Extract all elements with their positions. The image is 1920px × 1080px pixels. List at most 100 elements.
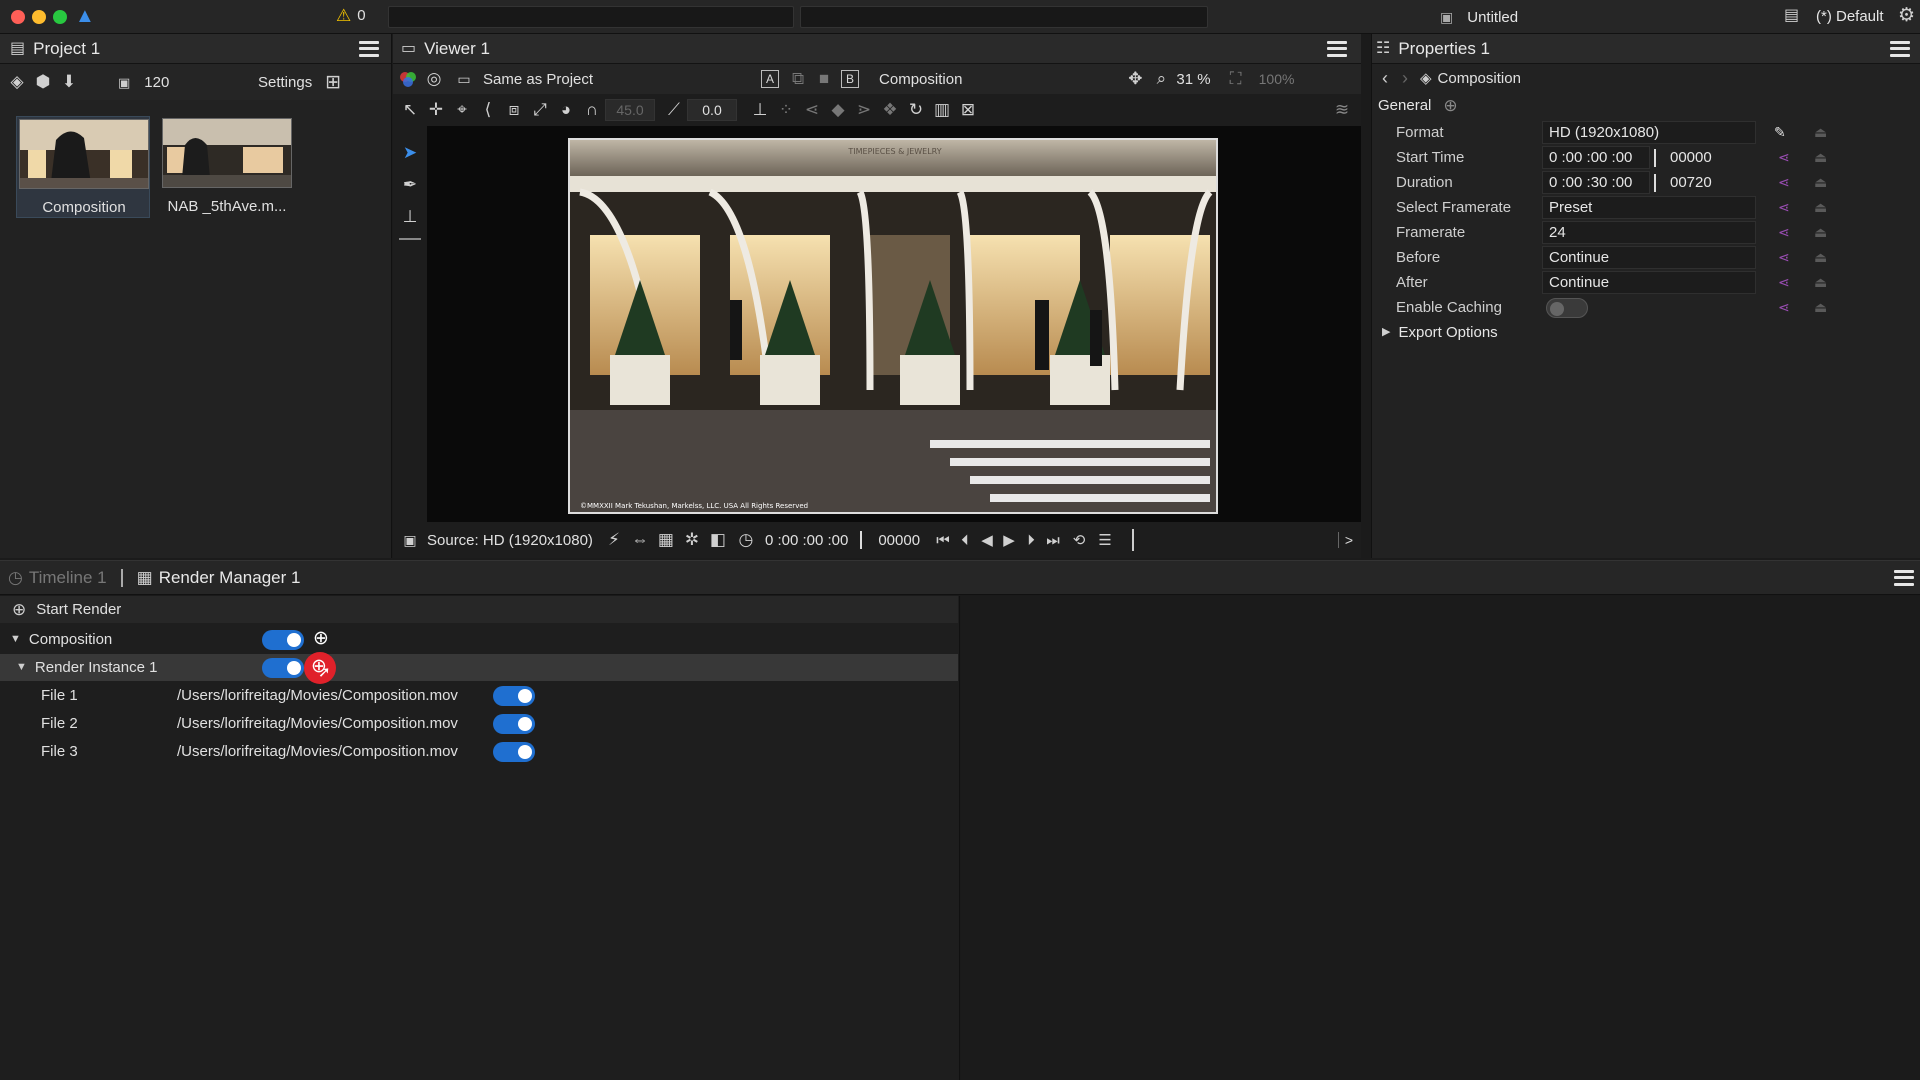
magnet-icon[interactable]: ∩ [579, 97, 605, 123]
composition-toggle[interactable] [262, 630, 304, 650]
grid-overlay-icon[interactable]: ⊠ [955, 97, 981, 123]
before-lock-icon[interactable]: ⏏ [1814, 249, 1827, 266]
document-title-area[interactable]: ▣ Untitled [1440, 5, 1610, 29]
anchor-tool-icon[interactable]: ⌖ [449, 97, 475, 123]
render-instance-row[interactable]: ▼ Render Instance 1 ⊕ ➚ [0, 652, 958, 684]
prop-value-duration[interactable]: 0 :00 :30 :00 [1542, 171, 1650, 194]
gear-icon[interactable]: ⚙ [1898, 6, 1915, 25]
expand-arrow-icon[interactable]: ▶ [1382, 327, 1390, 338]
pen-tool-icon[interactable]: ✒ [397, 172, 423, 198]
prop-value-duration-frames[interactable]: 00720 [1670, 174, 1712, 191]
prop-value-format[interactable]: HD (1920x1080) [1542, 121, 1756, 144]
settings-button[interactable]: Settings [258, 74, 312, 91]
select-framerate-link-icon[interactable]: ⋖ [1778, 199, 1790, 216]
file-toggle-3[interactable] [493, 742, 535, 762]
minimize-window-button[interactable] [32, 10, 46, 24]
file-row-2[interactable]: File 2 /Users/lorifreitag/Movies/Composi… [0, 710, 958, 737]
file-path-2[interactable]: /Users/lorifreitag/Movies/Composition.mo… [177, 715, 458, 732]
start-time-link-icon[interactable]: ⋖ [1778, 149, 1790, 166]
magic-icon[interactable]: ⚡ [601, 527, 627, 553]
prop-row-export-options[interactable]: ▶ Export Options [1374, 320, 1920, 345]
workspace-selector[interactable]: (*) Default [1816, 8, 1884, 25]
viewer-menu-icon[interactable] [1327, 40, 1347, 57]
file-row-1[interactable]: File 1 /Users/lorifreitag/Movies/Composi… [0, 682, 958, 709]
scale-tool-icon[interactable]: ⤢ [527, 97, 553, 123]
zoom-100-button[interactable]: 100% [1259, 71, 1295, 87]
after-lock-icon[interactable]: ⏏ [1814, 274, 1827, 291]
caching-link-icon[interactable]: ⋖ [1778, 299, 1790, 316]
distribute-icon[interactable]: ⁘ [773, 97, 799, 123]
start-render-button[interactable]: Start Render [36, 601, 121, 618]
frame-display[interactable]: 00000 [878, 532, 920, 549]
keyframe-icon[interactable]: ◆ [825, 97, 851, 123]
checker-icon[interactable]: ▦ [653, 527, 679, 553]
pointer-tool-icon[interactable]: ➤ [397, 140, 423, 166]
loop-icon[interactable]: ⟲ [1066, 527, 1092, 553]
fit-icon[interactable]: ⛶ [1223, 66, 1249, 92]
viewer-canvas[interactable]: TIMEPIECES & JEWELRY ©MMXXII Mark Tekush… [568, 138, 1218, 514]
file-path-1[interactable]: /Users/lorifreitag/Movies/Composition.mo… [177, 687, 458, 704]
playhead-marker[interactable] [1132, 529, 1135, 551]
wand-icon[interactable]: ✲ [679, 527, 705, 553]
viewer-a-button[interactable]: A [761, 70, 780, 88]
fit-width-icon[interactable]: ⇔ [627, 527, 653, 553]
tab-render-manager[interactable]: Render Manager 1 [159, 568, 301, 588]
safe-area-icon[interactable]: ▥ [929, 97, 955, 123]
breadcrumb-label[interactable]: Composition [1438, 70, 1521, 87]
file-toggle-1[interactable] [493, 686, 535, 706]
composition-row[interactable]: ▼ Composition ⊕ [0, 626, 958, 653]
prop-value-after[interactable]: Continue [1542, 271, 1756, 294]
move-tool-icon[interactable]: ✛ [423, 97, 449, 123]
color-space-selector[interactable]: Same as Project [483, 71, 593, 88]
export-options-label[interactable]: Export Options [1398, 324, 1497, 341]
format-lock-icon[interactable]: ⏏ [1814, 124, 1827, 141]
composition-collapse-icon[interactable]: ▼ [10, 634, 21, 645]
viewer-b-source[interactable]: Composition [879, 71, 962, 88]
file-path-3[interactable]: /Users/lorifreitag/Movies/Composition.mo… [177, 743, 458, 760]
project-item-footage[interactable]: NAB _5thAve.m... [160, 116, 294, 218]
file-row-3[interactable]: File 3 /Users/lorifreitag/Movies/Composi… [0, 738, 958, 765]
back-icon[interactable]: ‹ [1382, 69, 1388, 87]
prop-value-select-framerate[interactable]: Preset [1542, 196, 1756, 219]
render-instance-toggle[interactable] [262, 658, 304, 678]
select-tool-icon[interactable]: ↖ [397, 97, 423, 123]
grid-view-icon[interactable]: ⊞ [320, 69, 346, 95]
package-icon[interactable]: ⬢ [30, 69, 56, 95]
prop-value-before[interactable]: Continue [1542, 246, 1756, 269]
format-edit-icon[interactable]: ✎ [1774, 124, 1786, 141]
caching-lock-icon[interactable]: ⏏ [1814, 299, 1827, 316]
start-render-icon[interactable]: ⊕ [12, 601, 26, 618]
pan-icon[interactable]: ✥ [1122, 66, 1148, 92]
warning-indicator[interactable]: ⚠ 0 [336, 7, 366, 24]
stamp-tool-icon[interactable]: ⊥ [397, 204, 423, 230]
key-options-icon[interactable]: ❖ [877, 97, 903, 123]
duration-link-icon[interactable]: ⋖ [1778, 174, 1790, 191]
start-render-row[interactable]: ⊕ Start Render [0, 596, 958, 623]
zoom-icon[interactable]: ⌕ [1148, 66, 1174, 92]
enable-caching-toggle[interactable] [1546, 298, 1588, 318]
offset-field[interactable]: 0.0 [687, 99, 737, 121]
select-framerate-lock-icon[interactable]: ⏏ [1814, 199, 1827, 216]
tab-timeline[interactable]: Timeline 1 [29, 568, 107, 588]
duration-lock-icon[interactable]: ⏏ [1814, 174, 1827, 191]
project-menu-icon[interactable] [359, 40, 379, 57]
add-render-instance-icon[interactable]: ⊕ [313, 629, 329, 648]
properties-menu-icon[interactable] [1890, 40, 1910, 57]
rotate-tool-icon[interactable]: ◕ [553, 97, 579, 123]
go-to-end-icon[interactable]: ⏭ [1040, 527, 1066, 553]
align-icon[interactable]: ⊥ [747, 97, 773, 123]
split-icon[interactable]: ■ [811, 66, 837, 92]
playback-options-icon[interactable]: ☰ [1092, 527, 1118, 553]
forward-icon[interactable]: › [1402, 69, 1408, 87]
color-wheel-icon[interactable]: ◎ [421, 66, 447, 92]
source-label[interactable]: Source: HD (1920x1080) [427, 532, 593, 549]
close-window-button[interactable] [11, 10, 25, 24]
framerate-link-icon[interactable]: ⋖ [1778, 224, 1790, 241]
timecode-display[interactable]: 0 :00 :00 :00 [765, 532, 848, 549]
prop-value-framerate[interactable]: 24 [1542, 221, 1756, 244]
offset-icon[interactable]: ⟋ [661, 97, 687, 123]
mask-icon[interactable]: ◧ [705, 527, 731, 553]
after-link-icon[interactable]: ⋖ [1778, 274, 1790, 291]
maximize-window-button[interactable] [53, 10, 67, 24]
bottom-panel-menu-icon[interactable] [1894, 569, 1914, 586]
